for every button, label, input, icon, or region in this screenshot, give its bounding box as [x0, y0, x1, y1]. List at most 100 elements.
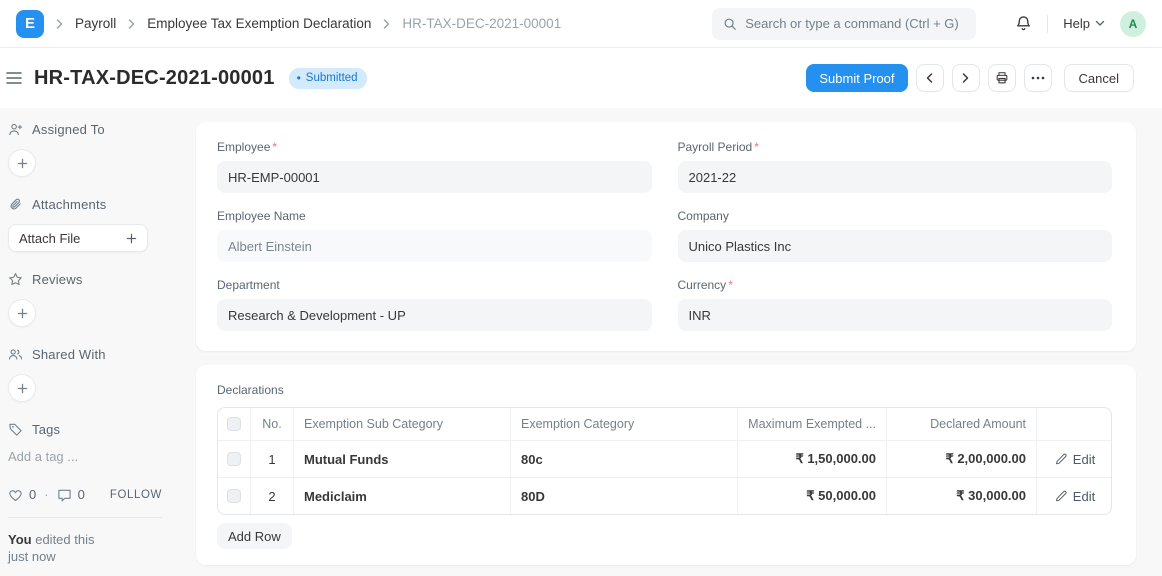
column-header-no: No. — [251, 408, 294, 440]
assigned-to-label: Assigned To — [32, 122, 105, 137]
star-icon — [8, 272, 23, 287]
row-checkbox[interactable] — [227, 489, 241, 503]
paperclip-icon — [8, 197, 23, 212]
table-row[interactable]: 1 Mutual Funds 80c ₹ 1,50,000.00 ₹ 2,00,… — [218, 440, 1111, 477]
currency-field: Currency* INR — [678, 278, 1113, 331]
chevron-right-icon — [382, 18, 391, 30]
submit-proof-button[interactable]: Submit Proof — [806, 64, 907, 92]
add-row-button[interactable]: Add Row — [217, 523, 292, 549]
currency-input[interactable]: INR — [678, 299, 1113, 331]
page-title: HR-TAX-DEC-2021-00001 — [34, 67, 275, 90]
chevron-down-icon — [1095, 20, 1105, 27]
next-document-button[interactable] — [952, 64, 980, 92]
tag-icon — [8, 422, 23, 437]
attach-file-label: Attach File — [19, 231, 80, 246]
cell-category[interactable]: 80D — [511, 478, 738, 514]
select-all-checkbox[interactable] — [227, 417, 241, 431]
edit-label: Edit — [1073, 489, 1095, 504]
search-input[interactable] — [745, 16, 965, 31]
cell-sub-category[interactable]: Mediclaim — [294, 478, 511, 514]
company-input[interactable]: Unico Plastics Inc — [678, 230, 1113, 262]
activity-info: You edited this just now — [8, 532, 162, 566]
field-label: Employee* — [217, 140, 652, 154]
page-head: HR-TAX-DEC-2021-00001 • Submitted Submit… — [0, 48, 1162, 108]
breadcrumb-item-doctype[interactable]: Employee Tax Exemption Declaration — [147, 16, 371, 31]
add-tag-input[interactable]: Add a tag ... — [8, 449, 162, 464]
reviews-section: Reviews — [8, 272, 162, 327]
edit-row-button[interactable]: Edit — [1055, 452, 1095, 467]
notifications-bell-icon[interactable] — [1015, 15, 1032, 32]
follow-button[interactable]: FOLLOW — [110, 489, 162, 501]
department-input[interactable]: Research & Development - UP — [217, 299, 652, 331]
menu-dots-button[interactable] — [1024, 64, 1052, 92]
pencil-icon — [1055, 490, 1067, 502]
cell-max-exempted[interactable]: ₹ 1,50,000.00 — [738, 441, 887, 477]
cell-category[interactable]: 80c — [511, 441, 738, 477]
form-main: Employee* HR-EMP-00001 Payroll Period* 2… — [190, 108, 1162, 576]
employee-name-field: Employee Name Albert Einstein — [217, 209, 652, 262]
status-dot: • — [297, 71, 301, 85]
global-search[interactable] — [712, 8, 976, 40]
sidebar-footer: 0 · 0 FOLLOW You edited this just now — [8, 487, 162, 566]
cell-declared-amount[interactable]: ₹ 30,000.00 — [887, 478, 1037, 514]
details-card: Employee* HR-EMP-00001 Payroll Period* 2… — [196, 122, 1136, 351]
cell-declared-amount[interactable]: ₹ 2,00,000.00 — [887, 441, 1037, 477]
required-marker: * — [728, 278, 733, 292]
attachments-section: Attachments Attach File — [8, 197, 162, 252]
employee-input[interactable]: HR-EMP-00001 — [217, 161, 652, 193]
help-menu[interactable]: Help — [1063, 16, 1105, 31]
breadcrumb-item-current: HR-TAX-DEC-2021-00001 — [402, 16, 561, 31]
breadcrumb: E Payroll Employee Tax Exemption Declara… — [16, 10, 561, 38]
help-label: Help — [1063, 16, 1090, 31]
heart-icon[interactable] — [8, 488, 23, 502]
required-marker: * — [754, 140, 759, 154]
activity-action: edited this — [35, 532, 94, 547]
plus-icon — [126, 233, 137, 244]
add-review-button[interactable] — [8, 299, 36, 327]
payroll-period-input[interactable]: 2021-22 — [678, 161, 1113, 193]
cell-sub-category[interactable]: Mutual Funds — [294, 441, 511, 477]
like-count: 0 — [29, 487, 36, 502]
field-label: Currency* — [678, 278, 1113, 292]
field-label: Employee Name — [217, 209, 652, 223]
tags-section: Tags Add a tag ... — [8, 422, 162, 464]
payroll-period-field: Payroll Period* 2021-22 — [678, 140, 1113, 193]
attachments-label: Attachments — [32, 197, 106, 212]
app-logo-icon[interactable]: E — [16, 10, 44, 38]
users-icon — [8, 347, 23, 362]
cancel-button[interactable]: Cancel — [1064, 64, 1134, 92]
separator: · — [44, 487, 48, 502]
activity-time: just now — [8, 549, 56, 564]
field-label: Payroll Period* — [678, 140, 1113, 154]
print-button[interactable] — [988, 64, 1016, 92]
activity-actor: You — [8, 532, 32, 547]
add-assignment-button[interactable] — [8, 149, 36, 177]
search-icon — [723, 17, 737, 31]
row-checkbox[interactable] — [227, 452, 241, 466]
assigned-to-section: Assigned To — [8, 122, 162, 177]
comment-icon[interactable] — [57, 488, 72, 502]
required-marker: * — [272, 140, 277, 154]
form-sidebar: Assigned To Attachments Attach File — [0, 108, 190, 576]
tags-label: Tags — [32, 422, 60, 437]
cell-max-exempted[interactable]: ₹ 50,000.00 — [738, 478, 887, 514]
shared-with-label: Shared With — [32, 347, 106, 362]
user-avatar[interactable]: A — [1120, 11, 1146, 37]
table-row[interactable]: 2 Mediclaim 80D ₹ 50,000.00 ₹ 30,000.00 … — [218, 477, 1111, 514]
column-header-sub-category: Exemption Sub Category — [294, 408, 511, 440]
field-label: Department — [217, 278, 652, 292]
breadcrumb-item-payroll[interactable]: Payroll — [75, 16, 116, 31]
employee-field: Employee* HR-EMP-00001 — [217, 140, 652, 193]
add-share-button[interactable] — [8, 374, 36, 402]
status-badge: • Submitted — [289, 68, 367, 89]
sidebar-toggle-icon[interactable] — [4, 67, 24, 89]
page-body: Assigned To Attachments Attach File — [0, 108, 1162, 576]
divider — [1047, 15, 1048, 33]
row-number: 2 — [251, 478, 294, 514]
prev-document-button[interactable] — [916, 64, 944, 92]
attach-file-button[interactable]: Attach File — [8, 224, 148, 252]
declarations-section-label: Declarations — [217, 383, 1112, 397]
navbar: E Payroll Employee Tax Exemption Declara… — [0, 0, 1162, 48]
edit-label: Edit — [1073, 452, 1095, 467]
edit-row-button[interactable]: Edit — [1055, 489, 1095, 504]
